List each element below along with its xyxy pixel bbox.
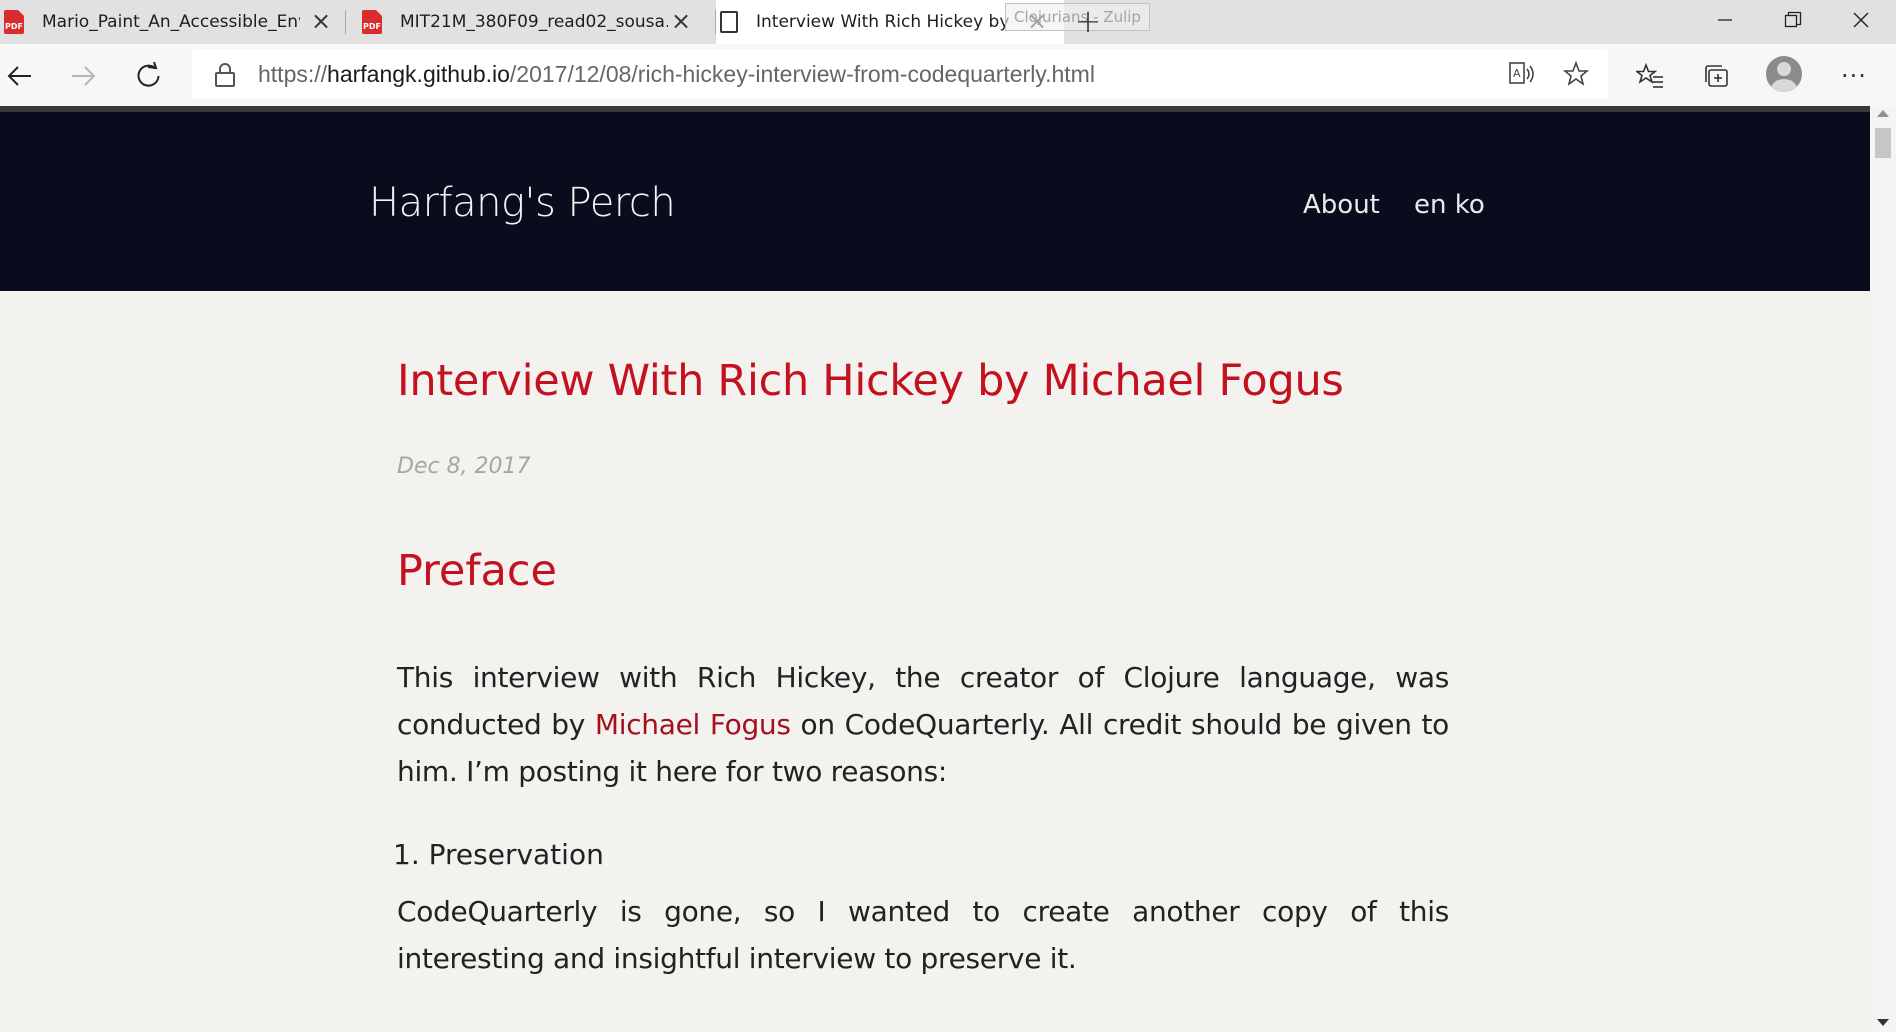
intro-paragraph: This interview with Rich Hickey, the cre…	[397, 654, 1449, 795]
post-date: Dec 8, 2017	[397, 454, 531, 479]
lock-icon[interactable]	[214, 62, 236, 88]
close-icon	[1853, 12, 1869, 28]
tab-mario-paint[interactable]: PDF Mario_Paint_An_Accessible_Envir ×	[0, 0, 346, 44]
tab-mit-reading[interactable]: PDF MIT21M_380F09_read02_sousa.p ×	[346, 0, 716, 44]
pdf-icon: PDF	[362, 10, 382, 34]
url-host: harfangk.github.io	[327, 61, 510, 87]
address-bar[interactable]: https://harfangk.github.io/2017/12/08/ri…	[192, 49, 1608, 99]
restore-button[interactable]	[1760, 0, 1826, 40]
restore-icon	[1784, 11, 1802, 28]
read-aloud-button[interactable]: A	[1502, 54, 1542, 94]
preservation-paragraph: CodeQuarterly is gone, so I wanted to cr…	[397, 895, 1449, 975]
profile-avatar[interactable]	[1766, 56, 1802, 92]
vertical-scrollbar[interactable]	[1870, 106, 1896, 1032]
minimize-button[interactable]	[1692, 0, 1758, 40]
michael-fogus-link[interactable]: Michael Fogus	[595, 708, 791, 741]
star-icon	[1563, 61, 1589, 86]
collections-button[interactable]	[1697, 56, 1737, 96]
list-item-preservation: 1. Preservation	[393, 838, 604, 871]
tab-title: MIT21M_380F09_read02_sousa.p	[400, 12, 668, 32]
scroll-up-arrow-icon[interactable]	[1877, 110, 1889, 117]
settings-menu-button[interactable]: ···	[1834, 56, 1874, 96]
more-icon: ···	[1841, 62, 1867, 90]
scroll-down-arrow-icon[interactable]	[1877, 1019, 1889, 1026]
url-text[interactable]: https://harfangk.github.io/2017/12/08/ri…	[258, 61, 1095, 88]
post-title: Interview With Rich Hickey by Michael Fo…	[397, 356, 1344, 406]
page-icon	[720, 11, 738, 33]
site-title-link[interactable]: Harfang's Perch	[369, 180, 676, 226]
close-window-button[interactable]	[1828, 0, 1894, 40]
forward-button[interactable]	[63, 56, 103, 96]
tab-title: Mario_Paint_An_Accessible_Envir	[42, 12, 300, 32]
browser-toolbar: https://harfangk.github.io/2017/12/08/ri…	[0, 44, 1896, 106]
url-path: /2017/12/08/rich-hickey-interview-from-c…	[509, 61, 1095, 87]
section-heading-preface: Preface	[397, 546, 557, 596]
collections-icon	[1705, 65, 1728, 87]
arrow-right-icon	[72, 66, 96, 86]
favorites-icon	[1636, 63, 1663, 88]
back-button[interactable]	[0, 56, 40, 96]
close-tab-icon[interactable]: ×	[310, 9, 332, 33]
tab-strip: PDF Mario_Paint_An_Accessible_Envir × PD…	[0, 0, 1896, 44]
tab-title: Interview With Rich Hickey by M	[756, 12, 1012, 32]
pdf-icon: PDF	[4, 10, 24, 34]
favorites-button[interactable]	[1630, 56, 1670, 96]
url-scheme: https://	[258, 61, 328, 87]
add-favorite-button[interactable]	[1556, 54, 1596, 94]
svg-text:A: A	[1513, 67, 1521, 80]
close-tab-icon[interactable]: ×	[670, 9, 692, 33]
nav-language-links[interactable]: en ko	[1414, 190, 1485, 220]
page-viewport: Harfang's Perch About en ko Interview Wi…	[0, 106, 1870, 1032]
arrow-left-icon	[7, 66, 31, 86]
nav-about-link[interactable]: About	[1303, 190, 1380, 220]
read-aloud-icon: A	[1509, 62, 1534, 84]
refresh-button[interactable]	[129, 56, 169, 96]
site-header: Harfang's Perch About en ko	[0, 106, 1870, 291]
refresh-icon	[137, 62, 160, 87]
scrollbar-thumb[interactable]	[1875, 128, 1891, 158]
new-tab-button[interactable]: +	[1072, 5, 1104, 38]
minimize-icon	[1718, 19, 1732, 21]
